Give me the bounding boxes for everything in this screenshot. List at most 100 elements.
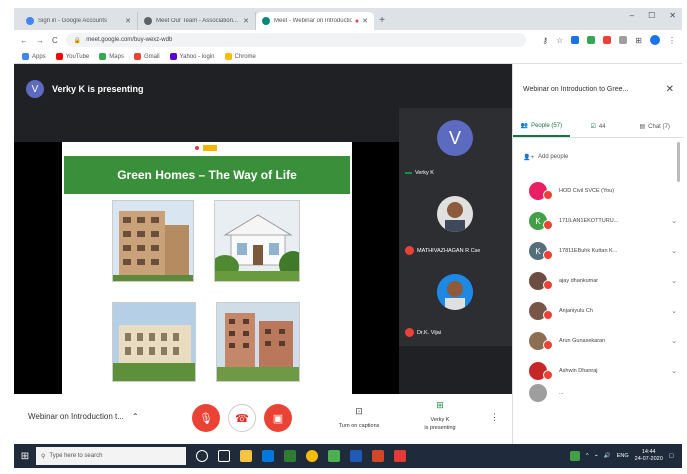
leave-call-button[interactable]: ☎ xyxy=(228,404,256,432)
browser-tab-google-accounts[interactable]: Sign in - Google Accounts ✕ xyxy=(20,12,138,30)
list-item[interactable]: K 17811EBuhk Kuttan K... ⌄ xyxy=(513,236,683,266)
tab-activities[interactable]: ☑ 44 xyxy=(570,116,627,137)
youtube-icon xyxy=(55,53,63,60)
mic-off-icon: 🎙 xyxy=(199,412,213,425)
extension-icon[interactable] xyxy=(587,36,596,44)
more-options-icon[interactable]: ⋮ xyxy=(490,412,499,423)
network-icon[interactable]: ⌁ xyxy=(595,453,598,459)
google-favicon-icon xyxy=(26,17,34,25)
store-icon[interactable] xyxy=(262,450,274,462)
browser-tab-meet-team[interactable]: Meet Our Team - Association... ✕ xyxy=(138,12,256,30)
mic-off-icon xyxy=(543,280,553,290)
camera-off-icon: ▣ xyxy=(272,412,284,425)
language-indicator[interactable]: ENG xyxy=(617,453,629,459)
bookmark-yahoo[interactable]: Yahoo - login xyxy=(169,53,215,60)
bookmark-gmail[interactable]: Gmail xyxy=(133,53,160,60)
participant-name: 17811EBuhk Kuttan K... xyxy=(559,248,618,254)
list-item[interactable]: ajay dhankumar ⌄ xyxy=(513,266,683,296)
close-tab-icon[interactable]: ✕ xyxy=(125,17,131,25)
building-photo xyxy=(112,302,196,382)
captions-button[interactable]: Turn on captions xyxy=(328,422,390,430)
minimize-icon[interactable]: – xyxy=(630,11,634,20)
mic-off-icon xyxy=(543,190,553,200)
url-field[interactable]: 🔒 meet.google.com/buy-wexz-wdb xyxy=(65,33,527,47)
bookmark-youtube[interactable]: YouTube xyxy=(55,53,89,60)
task-view-icon[interactable] xyxy=(218,450,230,462)
maximize-icon[interactable]: ☐ xyxy=(648,11,655,20)
profile-avatar[interactable] xyxy=(650,35,660,45)
captions-icon[interactable]: ⊡ xyxy=(352,406,366,417)
tab-people[interactable]: 👥 People (57) xyxy=(513,116,570,137)
tab-label: 44 xyxy=(598,123,606,130)
list-item[interactable]: Anjaniyulu Ch ⌄ xyxy=(513,296,683,326)
chevron-down-icon[interactable]: ⌄ xyxy=(665,367,683,375)
chevron-down-icon[interactable]: ⌄ xyxy=(665,337,683,345)
mic-toggle-button[interactable]: 🎙 xyxy=(192,404,220,432)
bookmark-maps[interactable]: Maps xyxy=(99,53,124,60)
reload-icon[interactable]: C xyxy=(52,36,58,45)
present-screen-icon[interactable]: ⊞ xyxy=(433,400,447,411)
participant-name: Arun Gunasekaran xyxy=(559,338,606,344)
file-explorer-icon[interactable] xyxy=(240,450,252,462)
menu-dots-icon[interactable]: ⋮ xyxy=(668,36,676,45)
close-panel-icon[interactable]: ✕ xyxy=(666,84,674,95)
back-icon[interactable]: ← xyxy=(20,36,28,45)
presentation-view: Green Homes – The Way of Life xyxy=(14,142,399,394)
bookmark-apps[interactable]: Apps xyxy=(22,53,46,60)
new-tab-button[interactable]: + xyxy=(374,12,390,30)
mic-off-icon xyxy=(543,340,553,350)
participant-tile[interactable]: MATHIVAZHAGAN R Cse xyxy=(399,190,512,266)
close-tab-icon[interactable]: ✕ xyxy=(362,17,368,25)
volume-icon[interactable]: 🔊 xyxy=(604,453,611,459)
tray-app-icon[interactable] xyxy=(569,451,580,461)
puzzle-icon[interactable]: ⊞ xyxy=(635,36,642,45)
chrome-icon[interactable] xyxy=(306,450,318,462)
meeting-details[interactable]: Webinar on Introduction t... ⌃ xyxy=(28,412,139,421)
forward-icon[interactable]: → xyxy=(36,36,44,45)
chevron-down-icon[interactable]: ⌄ xyxy=(665,247,683,255)
chevron-down-icon[interactable]: ⌄ xyxy=(665,277,683,285)
list-item[interactable]: Arun Gunasekaran ⌄ xyxy=(513,326,683,356)
extension-icon[interactable] xyxy=(571,36,580,44)
tab-chat[interactable]: ▤ Chat (7) xyxy=(626,116,683,137)
add-people-button[interactable]: 👤+ Add people xyxy=(523,154,568,161)
list-item[interactable]: HOD Civil SVCE (You) xyxy=(513,176,683,206)
bookmark-label: Maps xyxy=(109,53,124,60)
star-icon[interactable]: ☆ xyxy=(556,36,563,45)
taskbar-search-input[interactable]: ⚲ Type here to search xyxy=(36,447,186,465)
windows-start-icon[interactable]: ⊞ xyxy=(14,444,36,468)
bookmark-chrome[interactable]: Chrome xyxy=(224,53,256,60)
word-icon[interactable] xyxy=(350,450,362,462)
close-tab-icon[interactable]: ✕ xyxy=(243,17,249,25)
app-icon[interactable] xyxy=(394,450,406,462)
slide-title: Green Homes – The Way of Life xyxy=(64,156,350,194)
powerpoint-icon[interactable] xyxy=(372,450,384,462)
participant-tile[interactable]: V Verky K xyxy=(399,108,512,184)
extension-icon[interactable] xyxy=(603,36,612,44)
key-icon[interactable]: ⚷ xyxy=(542,36,548,45)
tab-title: Sign in - Google Accounts xyxy=(38,18,108,24)
close-window-icon[interactable]: ✕ xyxy=(669,11,676,20)
participant-name: Dr.K. Vijai xyxy=(405,328,441,337)
list-item[interactable]: K 171ILAN1EKOTTURU... ⌄ xyxy=(513,206,683,236)
app-icon[interactable] xyxy=(328,450,340,462)
camera-toggle-button[interactable]: ▣ xyxy=(264,404,292,432)
mic-off-icon xyxy=(543,370,553,380)
present-status[interactable]: Verky K is presenting xyxy=(410,416,470,432)
chevron-down-icon[interactable]: ⌄ xyxy=(665,307,683,315)
participant-tile[interactable]: Dr.K. Vijai xyxy=(399,268,512,344)
list-item[interactable]: ... xyxy=(513,384,683,402)
chevron-up-icon: ⌃ xyxy=(131,412,139,421)
chevron-up-icon[interactable]: ^ xyxy=(586,453,589,459)
participant-name-text: Dr.K. Vijai xyxy=(417,329,442,336)
notifications-icon[interactable]: ▢ xyxy=(669,453,674,459)
extension-icon[interactable] xyxy=(619,36,628,44)
list-item[interactable]: Ashwin Dhanraj ⌄ xyxy=(513,356,683,386)
browser-tab-meet[interactable]: Meet - Webinar on Introductio... ● ✕ xyxy=(256,12,374,30)
chevron-down-icon[interactable]: ⌄ xyxy=(665,217,683,225)
yahoo-icon xyxy=(169,53,177,60)
clock[interactable]: 14:44 24-07-2020 xyxy=(635,449,663,463)
tab-label: Chat (7) xyxy=(648,123,670,130)
cortana-icon[interactable] xyxy=(196,450,208,462)
app-icon[interactable] xyxy=(284,450,296,462)
